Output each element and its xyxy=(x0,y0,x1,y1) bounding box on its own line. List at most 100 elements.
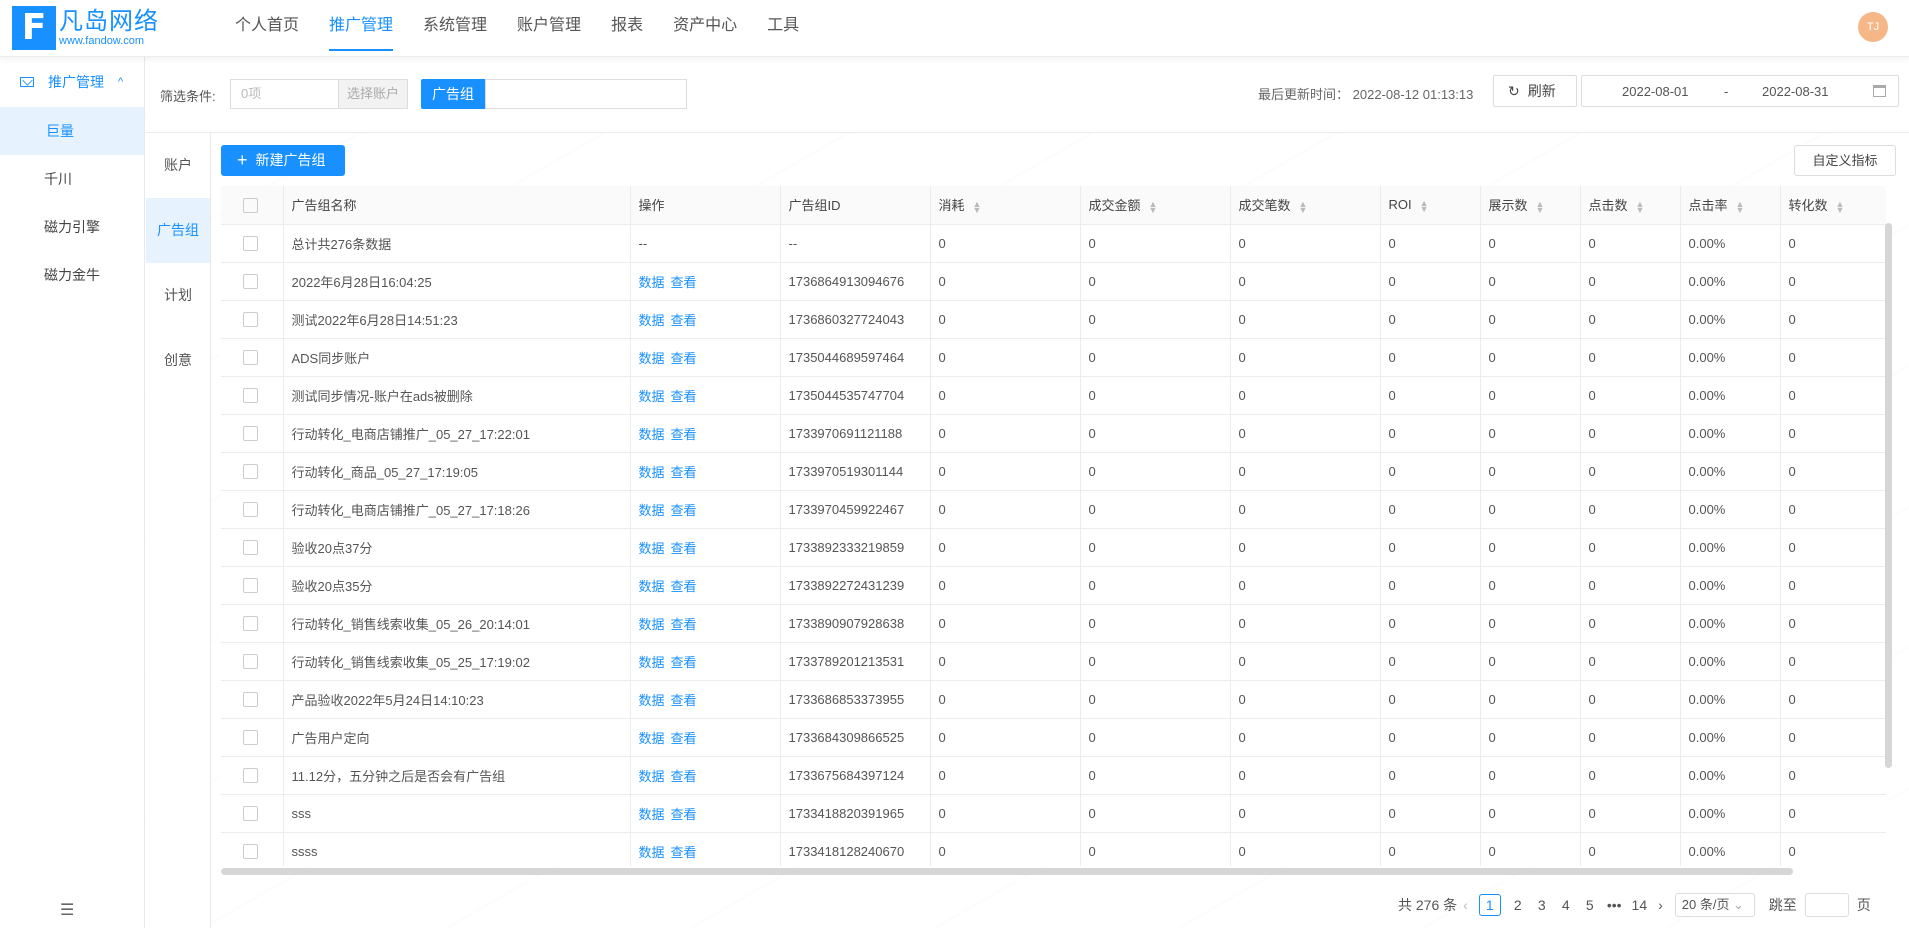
row-checkbox[interactable] xyxy=(243,312,258,328)
sidebar-item[interactable]: 巨量 xyxy=(0,107,144,155)
row-checkbox[interactable] xyxy=(243,464,258,480)
date-end[interactable]: 2022-08-31 xyxy=(1762,84,1829,99)
view-link[interactable]: 查看 xyxy=(671,503,697,518)
column-header[interactable]: 展示数 ▲ ▼ xyxy=(1480,186,1581,225)
filter-tag-adgroup[interactable]: 广告组 xyxy=(421,79,485,109)
row-checkbox[interactable] xyxy=(243,844,258,860)
refresh-button[interactable]: ↻ 刷新 xyxy=(1493,75,1577,107)
sort-icon[interactable]: ▲ ▼ xyxy=(973,199,982,214)
avatar[interactable]: TJ xyxy=(1858,12,1888,42)
sidebar-item[interactable]: 磁力引擎 xyxy=(0,203,144,251)
page-number[interactable]: 3 xyxy=(1535,897,1549,913)
logo[interactable]: F 凡岛网络 www.fandow.com xyxy=(12,6,159,50)
table-row[interactable]: 产品验收2022年5月24日14:10:23 数据 查看 17336868533739… xyxy=(221,680,1886,719)
level-tab[interactable]: 账户 xyxy=(146,133,210,198)
row-checkbox[interactable] xyxy=(243,350,258,366)
new-adgroup-button[interactable]: + 新建广告组 xyxy=(221,145,345,176)
page-number[interactable]: 1 xyxy=(1478,894,1501,916)
view-link[interactable]: 查看 xyxy=(671,617,697,632)
jump-page-input[interactable] xyxy=(1804,893,1849,917)
data-link[interactable]: 数据 xyxy=(639,275,665,290)
table-row[interactable]: ssss 数据 查看 1733418128240670 0 0 0 0 0 0 0.00% 0 xyxy=(221,832,1886,866)
row-checkbox[interactable] xyxy=(243,236,258,252)
data-link[interactable]: 数据 xyxy=(639,617,665,632)
sort-icon[interactable]: ▲ ▼ xyxy=(1636,199,1645,214)
sort-icon[interactable]: ▲ ▼ xyxy=(1299,199,1308,214)
level-tab[interactable]: 计划 xyxy=(146,263,210,328)
column-header[interactable]: 转化数 ▲ ▼ xyxy=(1780,186,1886,225)
column-header[interactable]: 消耗 ▲ ▼ xyxy=(930,186,1081,225)
row-checkbox[interactable] xyxy=(243,692,258,708)
table-row[interactable]: 广告用户定向 数据 查看 1733684309866525 0 0 0 0 0 0 0.00% 0 xyxy=(221,718,1886,757)
column-header[interactable]: 点击数 ▲ ▼ xyxy=(1580,186,1681,225)
row-checkbox[interactable] xyxy=(243,274,258,290)
data-link[interactable]: 数据 xyxy=(639,655,665,670)
next-page-icon[interactable]: › xyxy=(1658,897,1663,913)
page-number[interactable]: 4 xyxy=(1559,897,1573,913)
table-row[interactable]: 行动转化_销售线索收集_05_26_20:14:01 数据 查看 1733890907… xyxy=(221,604,1886,643)
data-link[interactable]: 数据 xyxy=(639,579,665,594)
view-link[interactable]: 查看 xyxy=(671,769,697,784)
view-link[interactable]: 查看 xyxy=(671,389,697,404)
table-row[interactable]: 行动转化_销售线索收集_05_25_17:19:02 数据 查看 1733789201… xyxy=(221,642,1886,681)
row-checkbox[interactable] xyxy=(243,730,258,746)
sort-icon[interactable]: ▲ ▼ xyxy=(1536,199,1545,214)
horizontal-scrollbar[interactable] xyxy=(221,868,1793,875)
data-link[interactable]: 数据 xyxy=(639,503,665,518)
row-checkbox[interactable] xyxy=(243,502,258,518)
select-all-checkbox[interactable] xyxy=(243,197,258,213)
adgroup-filter-input[interactable] xyxy=(485,79,687,109)
view-link[interactable]: 查看 xyxy=(671,693,697,708)
data-link[interactable]: 数据 xyxy=(639,313,665,328)
table-row[interactable]: ADS同步账户 数据 查看 1735044689597464 0 0 0 0 0 0 0.00% 0 xyxy=(221,338,1886,377)
data-link[interactable]: 数据 xyxy=(639,845,665,860)
table-row[interactable]: 验收20点35分 数据 查看 1733892272431239 0 0 0 0 0 0 0.00% 0 xyxy=(221,566,1886,605)
row-checkbox[interactable] xyxy=(243,578,258,594)
data-link[interactable]: 数据 xyxy=(639,427,665,442)
data-link[interactable]: 数据 xyxy=(639,541,665,556)
table-row[interactable]: sss 数据 查看 1733418820391965 0 0 0 0 0 0 0.00% 0 xyxy=(221,794,1886,833)
row-checkbox[interactable] xyxy=(243,768,258,784)
data-link[interactable]: 数据 xyxy=(639,465,665,480)
level-tab[interactable]: 广告组 xyxy=(146,198,210,263)
sort-icon[interactable]: ▲ ▼ xyxy=(1736,199,1745,214)
sort-icon[interactable]: ▲ ▼ xyxy=(1149,199,1158,214)
table-row[interactable]: 行动转化_电商店铺推广_05_27_17:18:26 数据 查看 1733970459… xyxy=(221,490,1886,529)
data-link[interactable]: 数据 xyxy=(639,807,665,822)
data-link[interactable]: 数据 xyxy=(639,351,665,366)
page-number[interactable]: 5 xyxy=(1583,897,1597,913)
sidebar-group-promotion[interactable]: 推广管理 ^ xyxy=(0,57,144,107)
data-link[interactable]: 数据 xyxy=(639,693,665,708)
top-nav-item[interactable]: 推广管理 xyxy=(329,0,394,57)
view-link[interactable]: 查看 xyxy=(671,807,697,822)
select-account-button[interactable]: 选择账户 xyxy=(338,79,408,109)
sidebar-item[interactable]: 磁力金牛 xyxy=(0,251,144,299)
more-pages-icon[interactable]: ••• xyxy=(1607,897,1622,913)
view-link[interactable]: 查看 xyxy=(671,541,697,556)
sort-icon[interactable]: ▲ ▼ xyxy=(1420,198,1429,213)
date-range-picker[interactable]: 2022-08-01 - 2022-08-31 xyxy=(1581,75,1899,107)
table-row[interactable]: 行动转化_商品_05_27_17:19:05 数据 查看 17339705193011… xyxy=(221,452,1886,491)
page-number[interactable]: 14 xyxy=(1632,897,1648,913)
view-link[interactable]: 查看 xyxy=(671,275,697,290)
sidebar-item[interactable]: 千川 xyxy=(0,155,144,203)
row-checkbox[interactable] xyxy=(243,426,258,442)
view-link[interactable]: 查看 xyxy=(671,351,697,366)
custom-metrics-button[interactable]: 自定义指标 xyxy=(1794,145,1896,176)
top-nav-item[interactable]: 账户管理 xyxy=(517,0,581,57)
column-header[interactable]: 成交金额 ▲ ▼ xyxy=(1080,186,1231,225)
view-link[interactable]: 查看 xyxy=(671,427,697,442)
view-link[interactable]: 查看 xyxy=(671,579,697,594)
data-link[interactable]: 数据 xyxy=(639,769,665,784)
row-checkbox[interactable] xyxy=(243,806,258,822)
row-checkbox[interactable] xyxy=(243,616,258,632)
level-tab[interactable]: 创意 xyxy=(146,328,210,393)
top-nav-item[interactable]: 资产中心 xyxy=(673,0,737,57)
column-header[interactable]: 成交笔数 ▲ ▼ xyxy=(1230,186,1381,225)
row-checkbox[interactable] xyxy=(243,540,258,556)
view-link[interactable]: 查看 xyxy=(671,655,697,670)
top-nav-item[interactable]: 工具 xyxy=(767,0,799,57)
page-size-select[interactable]: 20 条/页 ⌄ xyxy=(1674,893,1755,917)
date-start[interactable]: 2022-08-01 xyxy=(1622,84,1689,99)
top-nav-item[interactable]: 报表 xyxy=(611,0,643,57)
